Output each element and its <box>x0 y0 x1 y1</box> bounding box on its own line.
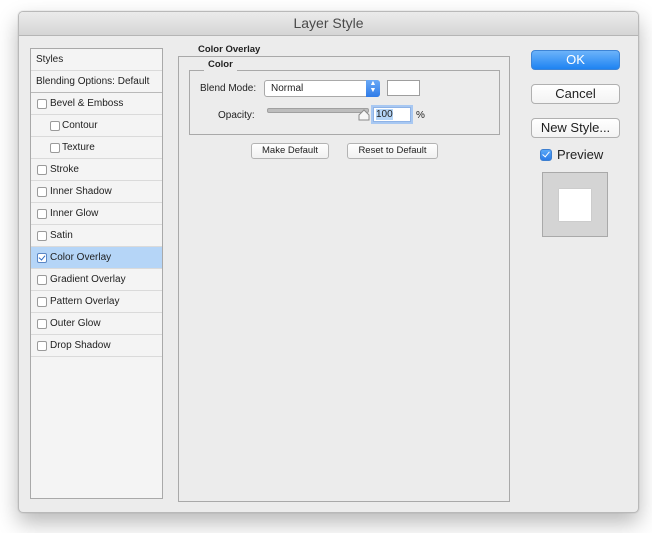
opacity-unit: % <box>416 110 425 121</box>
style-item-color-overlay[interactable]: Color Overlay <box>31 247 162 269</box>
satin-label: Satin <box>50 230 73 241</box>
style-item-inner-shadow[interactable]: Inner Shadow <box>31 181 162 203</box>
blend-mode-value: Normal <box>271 83 304 94</box>
preview-swatch <box>559 189 591 221</box>
style-item-inner-glow[interactable]: Inner Glow <box>31 203 162 225</box>
color-overlay-label: Color Overlay <box>50 252 112 263</box>
bevel-emboss-checkbox[interactable] <box>37 99 47 109</box>
inner-glow-label: Inner Glow <box>50 208 99 219</box>
style-item-stroke[interactable]: Stroke <box>31 159 162 181</box>
blend-mode-select[interactable]: Normal ▲ ▼ <box>264 80 380 97</box>
opacity-value: 100 <box>376 109 393 120</box>
style-item-contour[interactable]: Contour <box>31 115 162 137</box>
texture-checkbox[interactable] <box>50 143 60 153</box>
pattern-overlay-checkbox[interactable] <box>37 297 47 307</box>
drop-shadow-label: Drop Shadow <box>50 340 111 351</box>
gradient-overlay-label: Gradient Overlay <box>50 274 126 285</box>
inner-shadow-checkbox[interactable] <box>37 187 47 197</box>
stroke-label: Stroke <box>50 164 79 175</box>
blending-options-label: Blending Options: Default <box>36 76 150 87</box>
opacity-label: Opacity: <box>218 110 255 121</box>
overlay-color-swatch[interactable] <box>387 80 420 96</box>
color-group-title: Color <box>204 59 237 71</box>
inner-glow-checkbox[interactable] <box>37 209 47 219</box>
inner-shadow-label: Inner Shadow <box>50 186 112 197</box>
satin-checkbox[interactable] <box>37 231 47 241</box>
make-default-button[interactable]: Make Default <box>251 143 329 159</box>
preview-checkbox[interactable] <box>540 149 552 161</box>
color-overlay-checkbox[interactable] <box>37 253 47 263</box>
pattern-overlay-label: Pattern Overlay <box>50 296 120 307</box>
contour-checkbox[interactable] <box>50 121 60 131</box>
blend-mode-label: Blend Mode: <box>200 83 257 94</box>
opacity-input[interactable]: 100 <box>373 107 411 122</box>
style-item-pattern-overlay[interactable]: Pattern Overlay <box>31 291 162 313</box>
style-item-bevel-emboss[interactable]: Bevel & Emboss <box>31 93 162 115</box>
blending-options-item[interactable]: Blending Options: Default <box>31 71 162 93</box>
style-item-gradient-overlay[interactable]: Gradient Overlay <box>31 269 162 291</box>
style-item-satin[interactable]: Satin <box>31 225 162 247</box>
bevel-emboss-label: Bevel & Emboss <box>50 98 124 109</box>
slider-thumb-icon <box>358 109 370 121</box>
select-arrows-icon: ▲ ▼ <box>366 80 380 97</box>
cancel-button[interactable]: Cancel <box>531 84 620 104</box>
drop-shadow-checkbox[interactable] <box>37 341 47 351</box>
styles-header-label: Styles <box>36 54 64 65</box>
layer-style-dialog: Layer Style Styles Blending Options: Def… <box>18 11 639 513</box>
outer-glow-label: Outer Glow <box>50 318 101 329</box>
texture-label: Texture <box>62 142 95 153</box>
stroke-checkbox[interactable] <box>37 165 47 175</box>
style-item-drop-shadow[interactable]: Drop Shadow <box>31 335 162 357</box>
opacity-slider-track[interactable] <box>267 108 369 113</box>
style-item-outer-glow[interactable]: Outer Glow <box>31 313 162 335</box>
preview-label: Preview <box>557 147 604 162</box>
style-item-texture[interactable]: Texture <box>31 137 162 159</box>
new-style-button[interactable]: New Style... <box>531 118 620 138</box>
ok-button[interactable]: OK <box>531 50 620 70</box>
gradient-overlay-checkbox[interactable] <box>37 275 47 285</box>
styles-list: Styles Blending Options: Default Bevel &… <box>30 48 163 499</box>
contour-label: Contour <box>62 120 98 131</box>
panel-title: Color Overlay <box>194 44 265 56</box>
outer-glow-checkbox[interactable] <box>37 319 47 329</box>
window-title: Layer Style <box>19 12 638 36</box>
styles-list-header[interactable]: Styles <box>31 49 162 71</box>
style-preview-thumbnail <box>542 172 608 237</box>
reset-to-default-button[interactable]: Reset to Default <box>347 143 438 159</box>
